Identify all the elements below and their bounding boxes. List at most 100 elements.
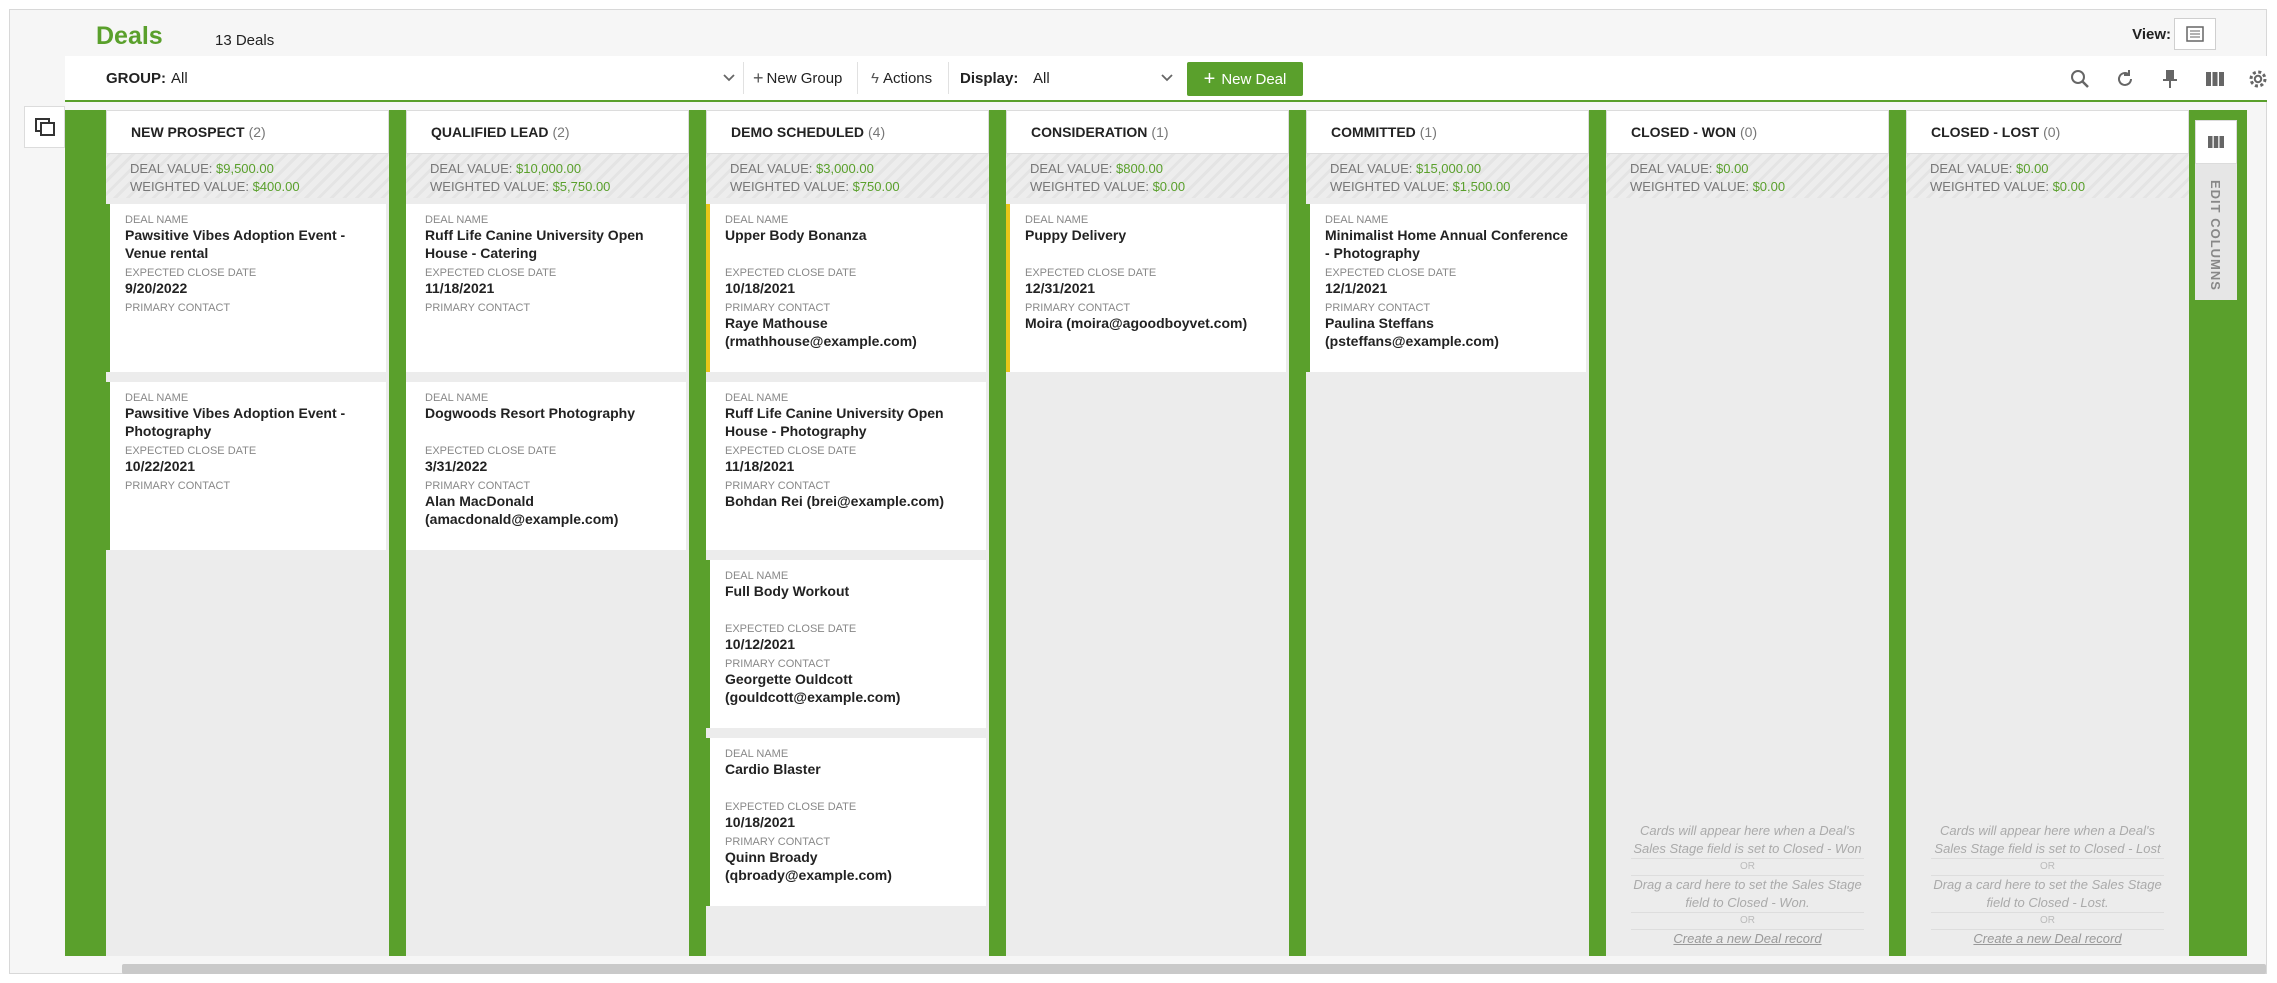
list-icon	[2186, 26, 2204, 42]
column-totals: DEAL VALUE: $10,000.00 WEIGHTED VALUE: $5…	[406, 154, 689, 198]
deal-name-label: DEAL NAME	[725, 570, 789, 582]
close-date-label: EXPECTED CLOSE DATE	[725, 445, 857, 457]
deal-card[interactable]: DEAL NAME Upper Body Bonanza EXPECTED CLOS…	[706, 204, 986, 372]
deal-name: Pawsitive Vibes Adoption Event - Venue r…	[125, 227, 346, 261]
chevron-down-icon[interactable]	[719, 68, 739, 88]
deal-value: $800.00	[1116, 161, 1163, 176]
close-date: 10/18/2021	[725, 814, 796, 830]
new-deal-label: New Deal	[1221, 70, 1287, 88]
primary-contact: Moira (moira@agoodboyvet.com)	[1025, 315, 1248, 331]
deal-name-label: DEAL NAME	[425, 214, 489, 226]
close-date: 10/18/2021	[725, 280, 796, 296]
column-header[interactable]: CONSIDERATION (1)	[1006, 110, 1289, 154]
column-header[interactable]: CLOSED - WON (0)	[1606, 110, 1889, 154]
deal-value: $10,000.00	[516, 161, 582, 176]
deal-card[interactable]: DEAL NAME Puppy Delivery EXPECTED CLOSE DA…	[1006, 204, 1286, 372]
deal-name: Cardio Blaster	[725, 761, 821, 777]
weighted-value-label: WEIGHTED VALUE:	[130, 179, 249, 194]
display-label: Display:	[960, 69, 1019, 87]
list-view-button[interactable]	[2174, 18, 2216, 50]
column-header[interactable]: COMMITTED (1)	[1306, 110, 1589, 154]
group-select[interactable]: All	[171, 56, 188, 100]
columns-icon[interactable]	[2200, 64, 2230, 94]
actions-button[interactable]: ϟ Actions	[871, 56, 932, 100]
weighted-value-label: WEIGHTED VALUE:	[1630, 179, 1749, 194]
or-divider: OR	[1631, 912, 1864, 930]
page-title: Deals	[96, 22, 163, 50]
board-column: DEMO SCHEDULED (4) DEAL VALUE: $3,000.00 WE…	[706, 110, 989, 956]
column-title: CLOSED - LOST	[1931, 124, 2040, 140]
column-totals: DEAL VALUE: $9,500.00 WEIGHTED VALUE: $40…	[106, 154, 389, 198]
deal-value-label: DEAL VALUE:	[130, 161, 213, 176]
column-header[interactable]: QUALIFIED LEAD (2)	[406, 110, 689, 154]
deal-card[interactable]: DEAL NAME Ruff Life Canine University Ope…	[706, 382, 986, 550]
card-list: DEAL NAME Upper Body Bonanza EXPECTED CLOS…	[706, 198, 989, 906]
pin-icon[interactable]	[2155, 64, 2185, 94]
deal-value: $9,500.00	[216, 161, 274, 176]
deal-value-label: DEAL VALUE:	[1030, 161, 1113, 176]
deal-value-label: DEAL VALUE:	[1330, 161, 1413, 176]
column-header[interactable]: DEMO SCHEDULED (4)	[706, 110, 989, 154]
close-date-label: EXPECTED CLOSE DATE	[725, 267, 857, 279]
refresh-icon[interactable]	[2110, 64, 2140, 94]
primary-contact-label: PRIMARY CONTACT	[1325, 302, 1431, 314]
actions-label: Actions	[882, 69, 933, 87]
weighted-value-label: WEIGHTED VALUE:	[730, 179, 849, 194]
horizontal-scrollbar[interactable]	[122, 964, 2266, 974]
gear-icon[interactable]	[2243, 64, 2273, 94]
card-list: DEAL NAME Ruff Life Canine University Ope…	[406, 198, 689, 550]
deal-value: $15,000.00	[1416, 161, 1482, 176]
deal-card[interactable]: DEAL NAME Minimalist Home Annual Conferen…	[1306, 204, 1586, 372]
weighted-value: $5,750.00	[552, 179, 611, 194]
create-deal-link[interactable]: Create a new Deal record	[1631, 930, 1864, 948]
edit-columns-panel[interactable]: EDIT COLUMNS	[2195, 120, 2237, 300]
weighted-value-label: WEIGHTED VALUE:	[1930, 179, 2049, 194]
column-count: (2)	[248, 124, 266, 140]
primary-contact-label: PRIMARY CONTACT	[725, 836, 831, 848]
deal-card[interactable]: DEAL NAME Ruff Life Canine University Ope…	[406, 204, 686, 372]
close-date: 12/1/2021	[1325, 280, 1388, 296]
chevron-down-icon[interactable]	[1157, 68, 1177, 88]
weighted-value: $0.00	[2052, 179, 2086, 194]
new-deal-button[interactable]: + New Deal	[1187, 62, 1303, 96]
primary-contact-label: PRIMARY CONTACT	[425, 480, 531, 492]
primary-contact-label: PRIMARY CONTACT	[125, 480, 231, 492]
card-list: DEAL NAME Puppy Delivery EXPECTED CLOSE DA…	[1006, 198, 1289, 372]
primary-contact: Paulina Steffans (psteffans@example.com)	[1325, 315, 1499, 349]
column-header[interactable]: CLOSED - LOST (0)	[1906, 110, 2189, 154]
display-select[interactable]: All	[1033, 56, 1050, 100]
search-icon[interactable]	[2065, 64, 2095, 94]
deal-card[interactable]: DEAL NAME Cardio Blaster EXPECTED CLOSE DA…	[706, 738, 986, 906]
deal-value-label: DEAL VALUE:	[1930, 161, 2013, 176]
empty-hint: Cards will appear here when a Deal's Sal…	[1934, 823, 2161, 856]
board-column: CLOSED - LOST (0) DEAL VALUE: $0.00 WEIGHTE…	[1906, 110, 2189, 956]
primary-contact-label: PRIMARY CONTACT	[725, 658, 831, 670]
column-totals: DEAL VALUE: $3,000.00 WEIGHTED VALUE: $75…	[706, 154, 989, 198]
deal-card[interactable]: DEAL NAME Pawsitive Vibes Adoption Event …	[106, 204, 386, 372]
column-count: (4)	[868, 124, 886, 140]
new-group-button[interactable]: + New Group	[753, 56, 842, 100]
deal-value: $0.00	[1716, 161, 1749, 176]
deal-value-label: DEAL VALUE:	[430, 161, 513, 176]
weighted-value-label: WEIGHTED VALUE:	[1330, 179, 1449, 194]
card-list: DEAL NAME Minimalist Home Annual Conferen…	[1306, 198, 1589, 372]
columns-icon[interactable]	[2195, 120, 2237, 164]
deal-card[interactable]: DEAL NAME Dogwoods Resort Photography EXPE…	[406, 382, 686, 550]
deal-name: Upper Body Bonanza	[725, 227, 867, 243]
column-count: (0)	[1740, 124, 1758, 140]
column-header[interactable]: NEW PROSPECT (2)	[106, 110, 389, 154]
edit-columns-label: EDIT COLUMNS	[2208, 180, 2223, 291]
deal-card[interactable]: DEAL NAME Pawsitive Vibes Adoption Event …	[106, 382, 386, 550]
deal-card[interactable]: DEAL NAME Full Body Workout EXPECTED CLOSE…	[706, 560, 986, 728]
deal-board: NEW PROSPECT (2) DEAL VALUE: $9,500.00 WEIG…	[65, 110, 2247, 956]
new-group-label: New Group	[766, 69, 843, 87]
column-title: QUALIFIED LEAD	[431, 124, 549, 140]
sidebar-toggle-button[interactable]	[24, 106, 65, 148]
close-date-label: EXPECTED CLOSE DATE	[425, 267, 557, 279]
create-deal-link[interactable]: Create a new Deal record	[1931, 930, 2164, 948]
deal-name: Ruff Life Canine University Open House -…	[425, 227, 644, 261]
deal-name: Full Body Workout	[725, 583, 850, 599]
primary-contact: Alan MacDonald (amacdonald@example.com)	[425, 493, 619, 527]
deal-name-label: DEAL NAME	[425, 392, 489, 404]
close-date: 3/31/2022	[425, 458, 488, 474]
